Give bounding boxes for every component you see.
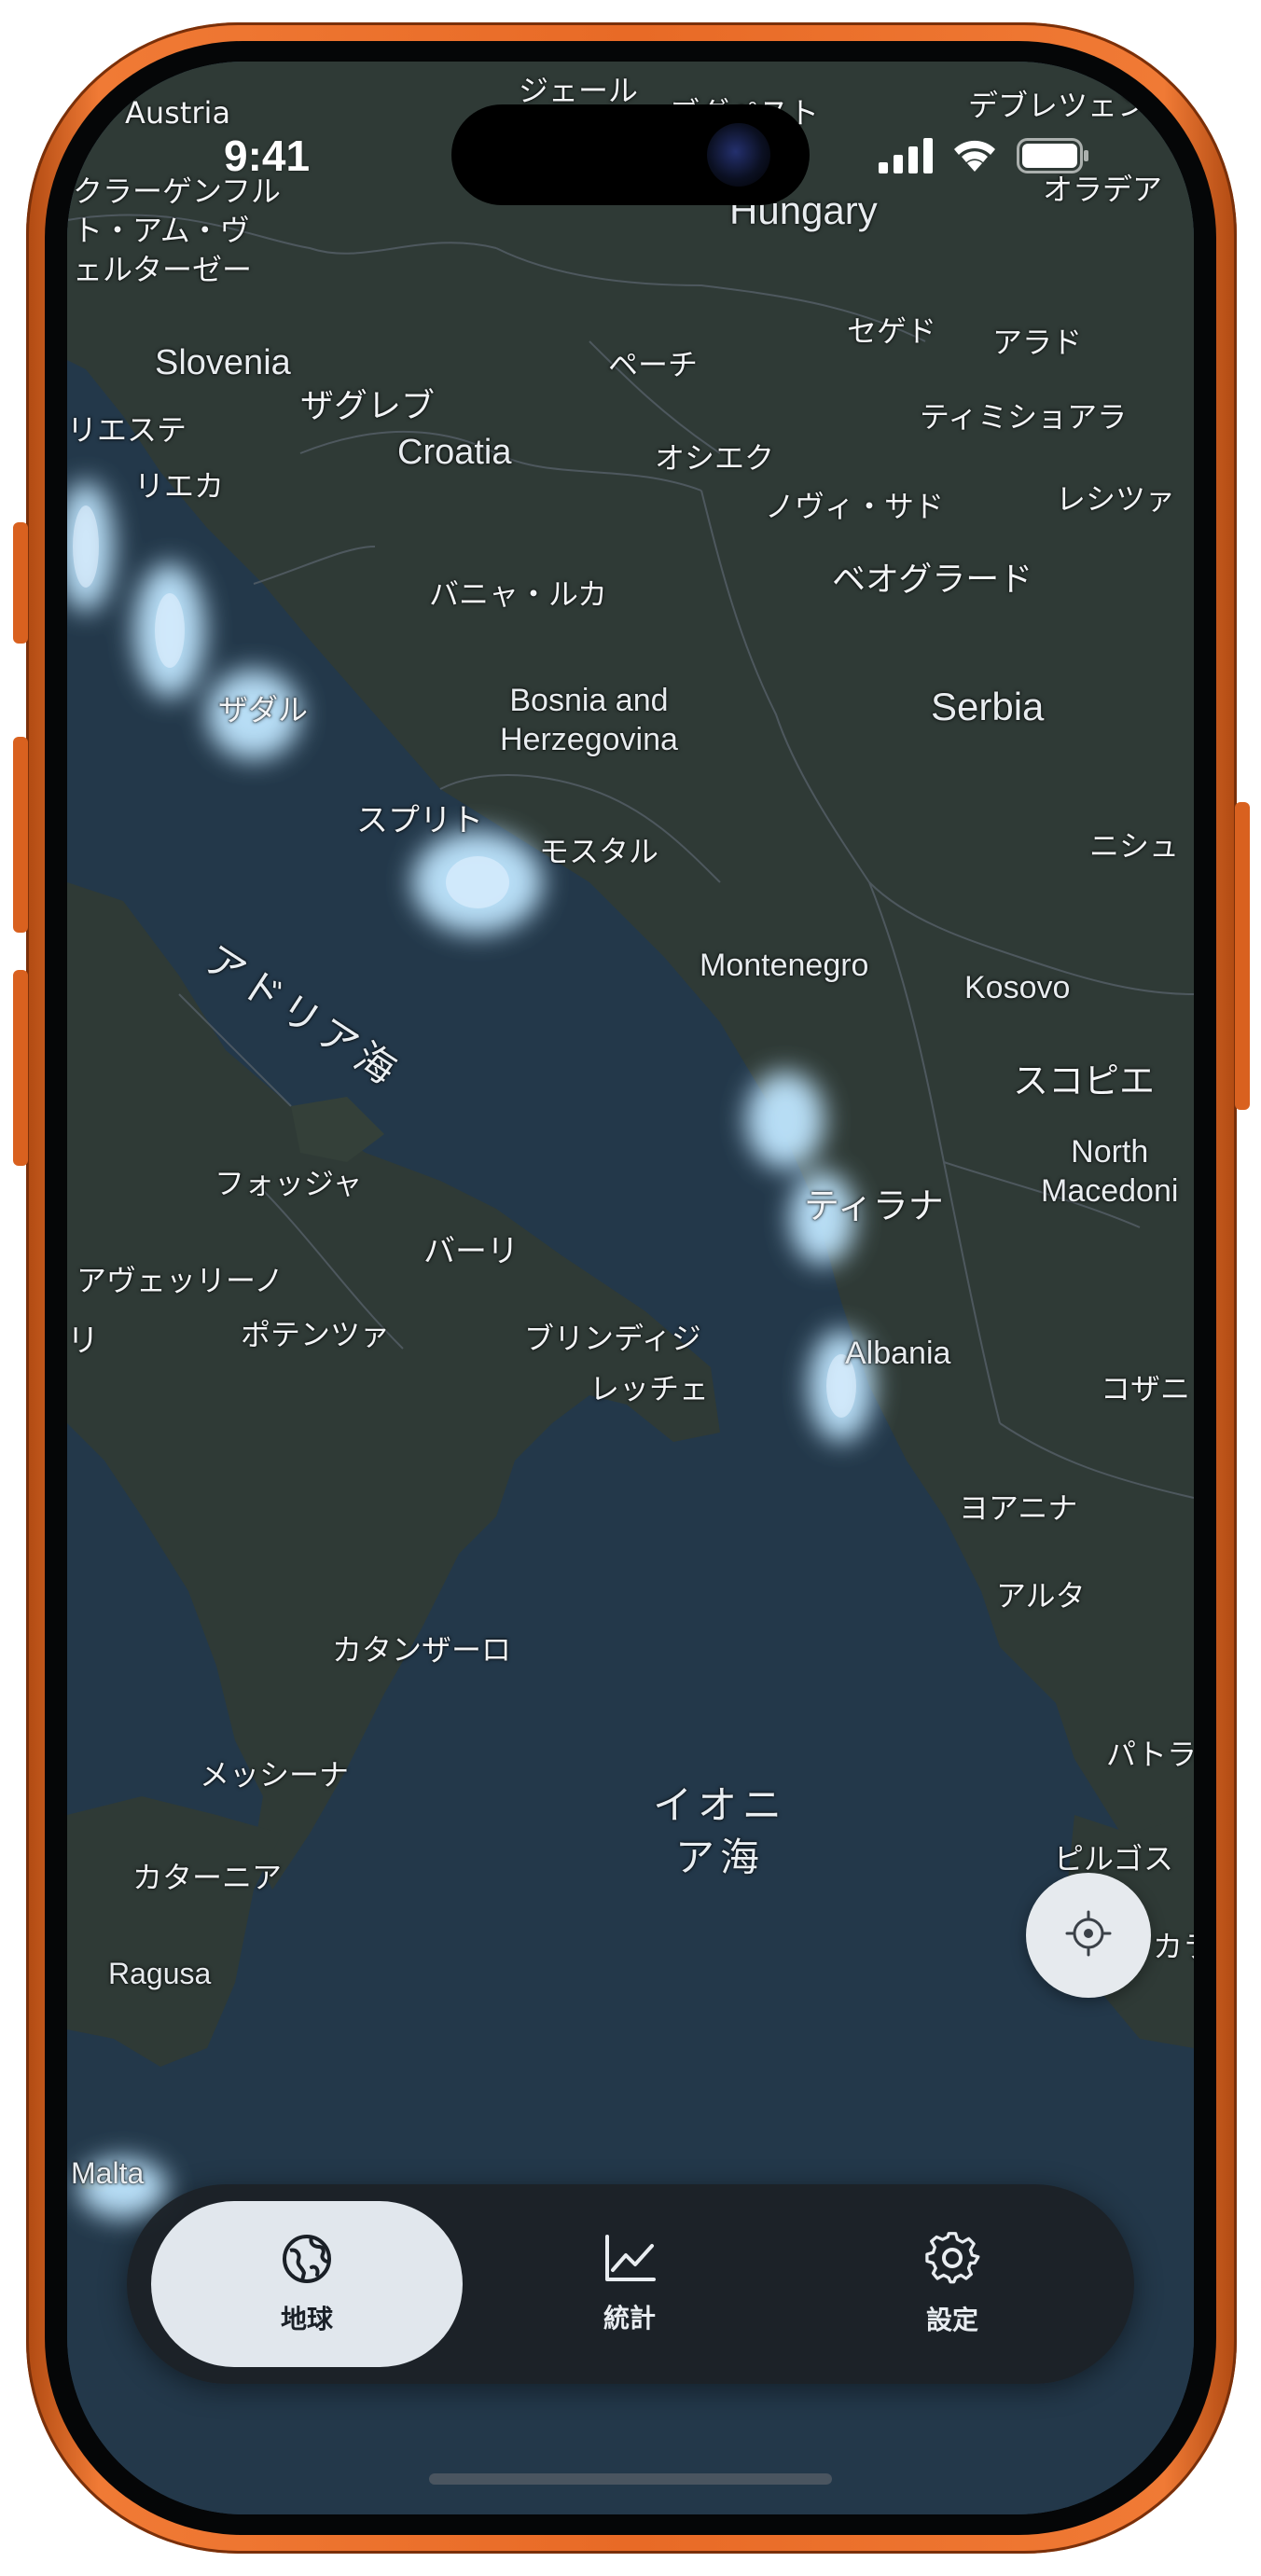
map-label-napoli-partial: リ	[67, 1323, 99, 1360]
map-label-croatia: Croatia	[397, 433, 512, 472]
gear-icon	[924, 2231, 980, 2291]
map-label-nis: ニシュ	[1089, 828, 1180, 864]
map-label-debrecen: デブレツェン	[968, 88, 1148, 123]
map-label-malta: Malta	[71, 2156, 145, 2190]
home-indicator[interactable]	[429, 2473, 832, 2485]
status-time: 9:41	[224, 132, 311, 180]
screen: Austria クラーゲンフル ト・アム・ヴ ェルターゼー Slovenia ザ…	[67, 62, 1194, 2514]
map-label-serbia: Serbia	[931, 685, 1045, 728]
volume-down-button	[13, 970, 28, 1166]
map-label-pyrgos: ピルゴス	[1054, 1841, 1174, 1877]
map-label-avellino: アヴェッリーノ	[76, 1263, 284, 1298]
map-label-szeged: セゲド	[847, 313, 937, 349]
locate-button[interactable]	[1026, 1873, 1151, 1998]
map-label-zagreb: ザグレブ	[300, 387, 436, 425]
map-label-belgrade: ベオグラード	[832, 561, 1033, 599]
map-label-catania: カターニア	[132, 1860, 283, 1895]
map-label-ragusa: Ragusa	[108, 1957, 212, 1990]
map-label-austria: Austria	[125, 95, 231, 131]
wifi-icon	[949, 134, 1000, 173]
map-label-zadar: ザダル	[218, 692, 309, 727]
chart-line-icon	[602, 2233, 658, 2289]
map-label-messina: メッシーナ	[200, 1757, 350, 1793]
map-label-trieste: リエステ	[67, 412, 187, 448]
action-button	[13, 522, 28, 644]
tab-settings[interactable]: 設定	[797, 2201, 1108, 2367]
crosshair-icon	[1063, 1908, 1114, 1962]
map-label-banja-luka: バニャ・ルカ	[429, 576, 608, 612]
map-label-novi-sad: ノヴィ・サド	[765, 489, 945, 524]
map-label-ionian-sea: イオニ ア海	[653, 1782, 788, 1880]
map-label-brindisi: ブリンディジ	[524, 1321, 701, 1356]
map-label-arad: アラド	[992, 325, 1083, 360]
map-label-klagenfurt: クラーゲンフル ト・アム・ヴ ェルターゼー	[73, 173, 282, 287]
map-label-bari: バーリ	[423, 1233, 519, 1270]
map-label-north-macedonia: North Macedoni	[1041, 1134, 1179, 1209]
globe-icon	[280, 2232, 334, 2290]
map-label-lecce: レッチェ	[589, 1371, 710, 1406]
tab-settings-label: 設定	[925, 2305, 978, 2335]
map-label-ioannina: ヨアニナ	[959, 1490, 1078, 1526]
map-label-albania: Albania	[845, 1336, 951, 1371]
power-button	[1235, 802, 1250, 1110]
map-label-patras: パトラ	[1106, 1737, 1194, 1772]
tab-globe[interactable]: 地球	[151, 2201, 463, 2367]
volume-up-button	[13, 737, 28, 933]
map-label-tirana: ティラナ	[804, 1185, 944, 1226]
map-label-slovenia: Slovenia	[155, 343, 291, 382]
tab-bar: 地球 統計 設定	[127, 2184, 1134, 2384]
map-label-resita: レシツァ	[1056, 481, 1176, 517]
map-label-pecs: ペーチ	[608, 347, 699, 382]
tab-stats-label: 統計	[603, 2303, 656, 2334]
map-label-kosovo: Kosovo	[964, 970, 1071, 1005]
map-label-bosnia: Bosnia and Herzegovina	[500, 683, 678, 757]
map-label-osijek: オシエク	[655, 440, 775, 476]
map-label-kalamata-partial: カラ	[1153, 1929, 1194, 1964]
battery-icon	[1017, 138, 1091, 173]
map-label-potenza: ポテンツァ	[241, 1317, 391, 1352]
map-label-split: スプリト	[356, 802, 483, 839]
signal-icon	[877, 136, 936, 173]
tab-stats[interactable]: 統計	[474, 2201, 785, 2367]
map-label-timisoara: ティミショアラ	[920, 399, 1128, 435]
map-label-kozani: コザニ	[1101, 1371, 1191, 1406]
map-label-catanzaro: カタンザーロ	[332, 1632, 512, 1668]
map-label-rijeka: リエカ	[134, 468, 225, 504]
map-label-skopje: スコピエ	[1013, 1060, 1156, 1101]
map-label-foggia: フォッジャ	[215, 1166, 363, 1201]
map-label-arta: アルタ	[996, 1578, 1086, 1613]
camera-icon	[707, 123, 770, 187]
tab-globe-label: 地球	[280, 2304, 333, 2334]
map-label-mostar: モスタル	[539, 834, 659, 869]
map-label-montenegro: Montenegro	[700, 948, 869, 983]
